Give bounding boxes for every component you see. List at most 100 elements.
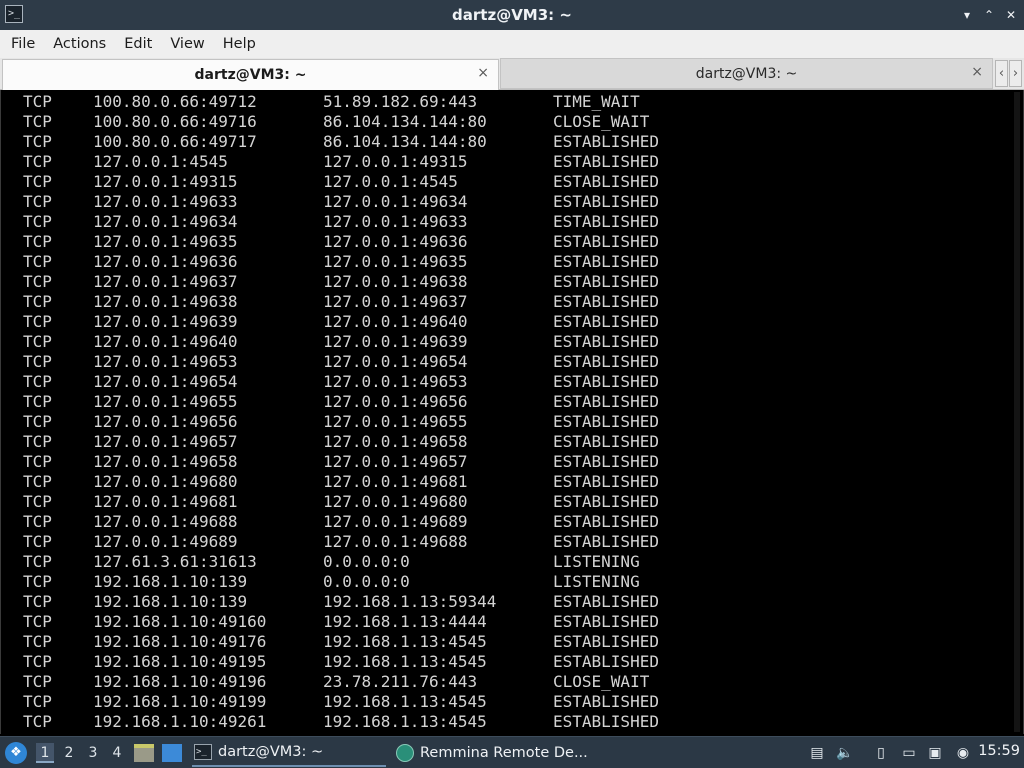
workspace-1[interactable]: 1 — [36, 743, 54, 763]
row-proto: TCP — [23, 272, 52, 291]
tab-terminal-1[interactable]: dartz@VM3: ~ × — [2, 59, 499, 90]
row-state: ESTABLISHED — [553, 212, 659, 231]
row-foreign-address: 86.104.134.144:80 — [323, 112, 487, 131]
row-foreign-address: 127.0.0.1:49640 — [323, 312, 468, 331]
row-foreign-address: 127.0.0.1:49637 — [323, 292, 468, 311]
row-proto: TCP — [23, 472, 52, 491]
terminal-line: TCP 100.80.0.66:49717 86.104.134.144:80 EST… — [1, 132, 1001, 152]
notes-tray-icon[interactable]: ▯ — [872, 743, 890, 763]
taskbar-task-remmina[interactable]: Remmina Remote De... — [396, 739, 596, 767]
row-state: ESTABLISHED — [553, 492, 659, 511]
terminal-scrollbar[interactable] — [1012, 90, 1021, 734]
menu-view[interactable]: View — [161, 36, 213, 52]
row-state: CLOSE_WAIT — [553, 112, 650, 131]
network-icon[interactable]: ▭ — [900, 743, 918, 763]
row-state: TIME_WAIT — [553, 92, 640, 111]
terminal-line: TCP 127.0.0.1:49637 127.0.0.1:49638 ESTABLI… — [1, 272, 1001, 292]
power-manager-icon[interactable]: ◉ — [954, 743, 972, 763]
terminal-line: TCP 192.168.1.10:49160 192.168.1.13:4444 ES… — [1, 612, 1001, 632]
update-notifier-icon[interactable]: ▣ — [926, 743, 944, 763]
row-proto: TCP — [23, 112, 52, 131]
row-local-address: 127.0.0.1:49654 — [93, 372, 238, 391]
window-titlebar[interactable]: >_ dartz@VM3: ~ ▾ ⌃ ✕ — [0, 0, 1024, 30]
terminal-icon: >_ — [194, 744, 212, 760]
clock[interactable]: 15:59 — [978, 743, 1020, 759]
row-state: ESTABLISHED — [553, 632, 659, 651]
terminal-line: TCP 127.0.0.1:49635 127.0.0.1:49636 ESTABLI… — [1, 232, 1001, 252]
row-foreign-address: 127.0.0.1:49638 — [323, 272, 468, 291]
row-state: LISTENING — [553, 552, 640, 571]
terminal-line: TCP 192.168.1.10:49261 192.168.1.13:4545 ES… — [1, 712, 1001, 732]
row-local-address: 127.0.0.1:49315 — [93, 172, 238, 191]
minimize-icon[interactable]: ▾ — [960, 6, 974, 24]
close-icon[interactable]: ✕ — [1004, 6, 1018, 24]
row-state: ESTABLISHED — [553, 692, 659, 711]
row-foreign-address: 192.168.1.13:4545 — [323, 652, 487, 671]
terminal-line: TCP 192.168.1.10:49176 192.168.1.13:4545 ES… — [1, 632, 1001, 652]
row-local-address: 127.0.0.1:49638 — [93, 292, 238, 311]
workspace-2[interactable]: 2 — [60, 743, 78, 763]
menu-actions[interactable]: Actions — [44, 36, 115, 52]
show-desktop-icon[interactable] — [162, 744, 182, 762]
menu-help[interactable]: Help — [214, 36, 265, 52]
start-menu-icon[interactable]: ❖ — [5, 742, 27, 764]
row-local-address: 127.0.0.1:49653 — [93, 352, 238, 371]
row-local-address: 192.168.1.10:139 — [93, 592, 248, 611]
terminal-line: TCP 127.0.0.1:49640 127.0.0.1:49639 ESTABLI… — [1, 332, 1001, 352]
row-state: ESTABLISHED — [553, 432, 659, 451]
terminal-line: TCP 192.168.1.10:49199 192.168.1.13:4545 ES… — [1, 692, 1001, 712]
row-local-address: 127.0.0.1:49688 — [93, 512, 238, 531]
row-proto: TCP — [23, 612, 52, 631]
row-foreign-address: 127.0.0.1:49633 — [323, 212, 468, 231]
terminal-output[interactable]: TCP 100.80.0.66:49712 51.89.182.69:443 TIME… — [0, 90, 1024, 734]
row-state: ESTABLISHED — [553, 372, 659, 391]
row-foreign-address: 127.0.0.1:4545 — [323, 172, 458, 191]
taskbar-task-terminal[interactable]: >_ dartz@VM3: ~ — [192, 739, 386, 767]
row-foreign-address: 192.168.1.13:59344 — [323, 592, 497, 611]
row-local-address: 192.168.1.10:49160 — [93, 612, 267, 631]
tab-terminal-2[interactable]: dartz@VM3: ~ × — [500, 58, 993, 89]
row-state: ESTABLISHED — [553, 312, 659, 331]
row-proto: TCP — [23, 392, 52, 411]
terminal-line: TCP 127.0.0.1:49658 127.0.0.1:49657 ESTABLI… — [1, 452, 1001, 472]
row-local-address: 100.80.0.66:49712 — [93, 92, 257, 111]
row-proto: TCP — [23, 692, 52, 711]
menu-file[interactable]: File — [2, 36, 44, 52]
row-state: ESTABLISHED — [553, 352, 659, 371]
row-local-address: 127.0.0.1:49657 — [93, 432, 238, 451]
row-state: ESTABLISHED — [553, 472, 659, 491]
row-local-address: 127.61.3.61:31613 — [93, 552, 257, 571]
terminal-line: TCP 127.0.0.1:49688 127.0.0.1:49689 ESTABLI… — [1, 512, 1001, 532]
scrollbar-thumb[interactable] — [1014, 92, 1020, 732]
tab-close-icon[interactable]: × — [971, 64, 983, 80]
row-foreign-address: 192.168.1.13:4545 — [323, 712, 487, 731]
row-state: ESTABLISHED — [553, 172, 659, 191]
maximize-icon[interactable]: ⌃ — [982, 6, 996, 24]
row-local-address: 100.80.0.66:49717 — [93, 132, 257, 151]
workspace-3[interactable]: 3 — [84, 743, 102, 763]
terminal-line: TCP 127.0.0.1:49680 127.0.0.1:49681 ESTABLI… — [1, 472, 1001, 492]
tab-close-icon[interactable]: × — [477, 65, 489, 81]
row-state: ESTABLISHED — [553, 652, 659, 671]
terminal-line: TCP 127.0.0.1:49633 127.0.0.1:49634 ESTABLI… — [1, 192, 1001, 212]
tab-label: dartz@VM3: ~ — [194, 67, 307, 83]
row-state: ESTABLISHED — [553, 332, 659, 351]
file-manager-icon[interactable] — [134, 744, 154, 762]
terminal-line: TCP 192.168.1.10:139 0.0.0.0:0 LISTENING — [1, 572, 1001, 592]
workspace-4[interactable]: 4 — [108, 743, 126, 763]
row-proto: TCP — [23, 492, 52, 511]
row-local-address: 127.0.0.1:49636 — [93, 252, 238, 271]
menu-edit[interactable]: Edit — [115, 36, 161, 52]
row-state: CLOSE_WAIT — [553, 672, 650, 691]
row-local-address: 127.0.0.1:49635 — [93, 232, 238, 251]
tab-scroll-right-icon[interactable]: › — [1009, 60, 1022, 87]
row-state: ESTABLISHED — [553, 252, 659, 271]
clipboard-tray-icon[interactable]: ▤ — [808, 743, 826, 763]
remmina-icon — [396, 744, 414, 762]
tab-scroll-left-icon[interactable]: ‹ — [995, 60, 1008, 87]
row-proto: TCP — [23, 432, 52, 451]
row-state: ESTABLISHED — [553, 412, 659, 431]
window-controls: ▾ ⌃ ✕ — [960, 6, 1018, 24]
volume-icon[interactable]: 🔈 — [836, 743, 854, 763]
row-local-address: 127.0.0.1:49681 — [93, 492, 238, 511]
